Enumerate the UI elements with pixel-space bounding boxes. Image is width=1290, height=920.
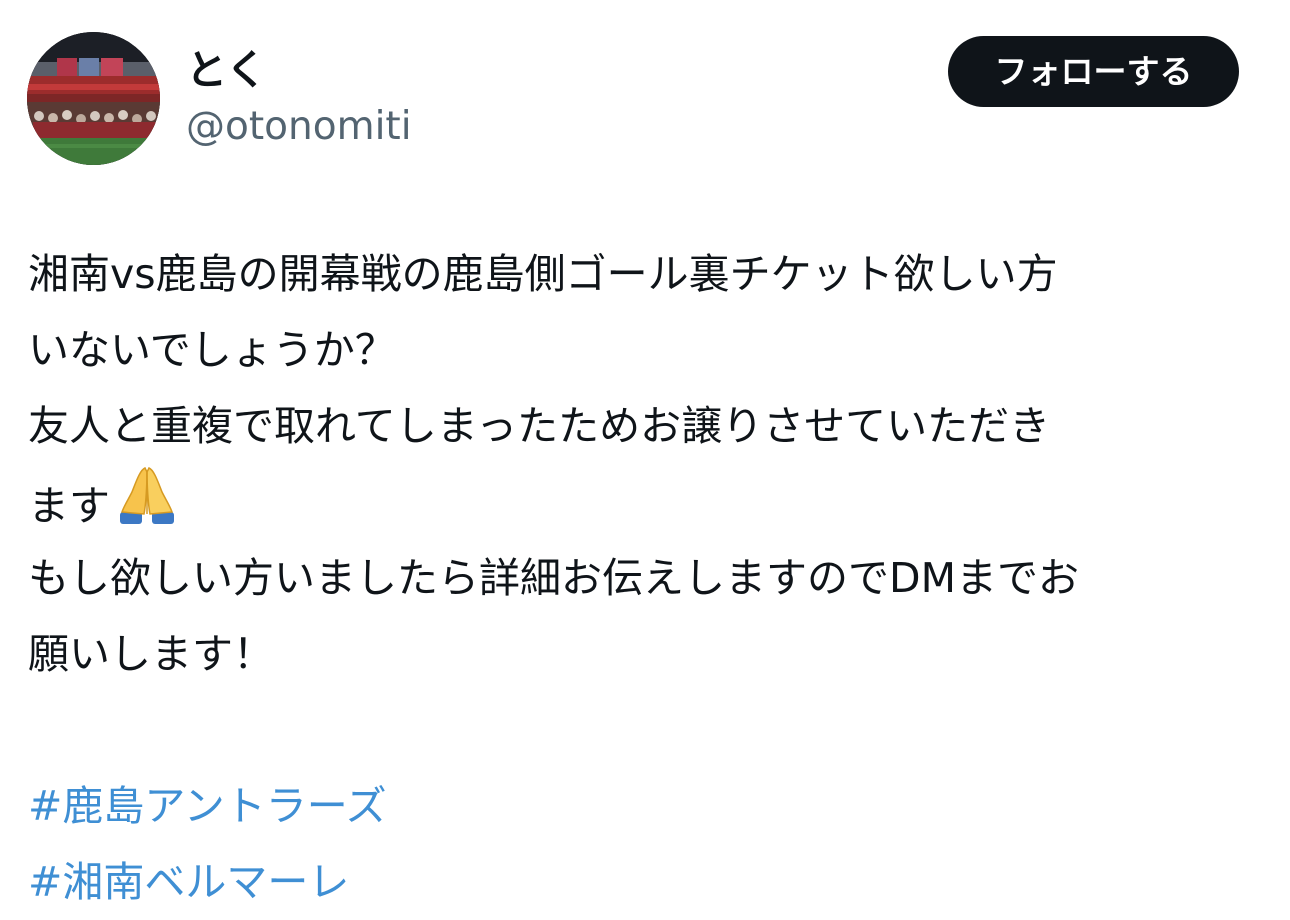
- tweet-text-line: 願いします！: [28, 630, 274, 678]
- tweet-text-line: いないでしょうか？: [28, 326, 396, 374]
- display-name[interactable]: とく: [186, 42, 267, 98]
- user-handle[interactable]: @otonomiti: [186, 100, 412, 154]
- tweet-text: 湘南vs鹿島の開幕戦の鹿島側ゴール裏チケット欲しい方 いないでしょうか？ 友人と…: [28, 236, 1268, 920]
- tweet-card: とく @otonomiti フォローする 湘南vs鹿島の開幕戦の鹿島側ゴール裏チ…: [0, 0, 1290, 917]
- follow-button[interactable]: フォローする: [948, 36, 1239, 107]
- tweet-text-line: もし欲しい方いましたら詳細お伝えしますのでDMまでお: [28, 554, 1079, 602]
- hashtag-link[interactable]: #湘南ベルマーレ: [28, 844, 1268, 920]
- folded-hands-icon: [116, 464, 178, 550]
- avatar[interactable]: [27, 32, 160, 165]
- tweet-text-line: ます: [28, 482, 110, 530]
- stadium-photo-avatar-icon: [27, 32, 160, 165]
- tweet-text-line: 湘南vs鹿島の開幕戦の鹿島側ゴール裏チケット欲しい方: [28, 250, 1058, 298]
- tweet-text-line-with-emoji: ます: [28, 464, 1268, 540]
- hashtag-link[interactable]: #鹿島アントラーズ: [28, 768, 1268, 844]
- tweet-text-line: 友人と重複で取れてしまったためお譲りさせていただき: [28, 402, 1051, 450]
